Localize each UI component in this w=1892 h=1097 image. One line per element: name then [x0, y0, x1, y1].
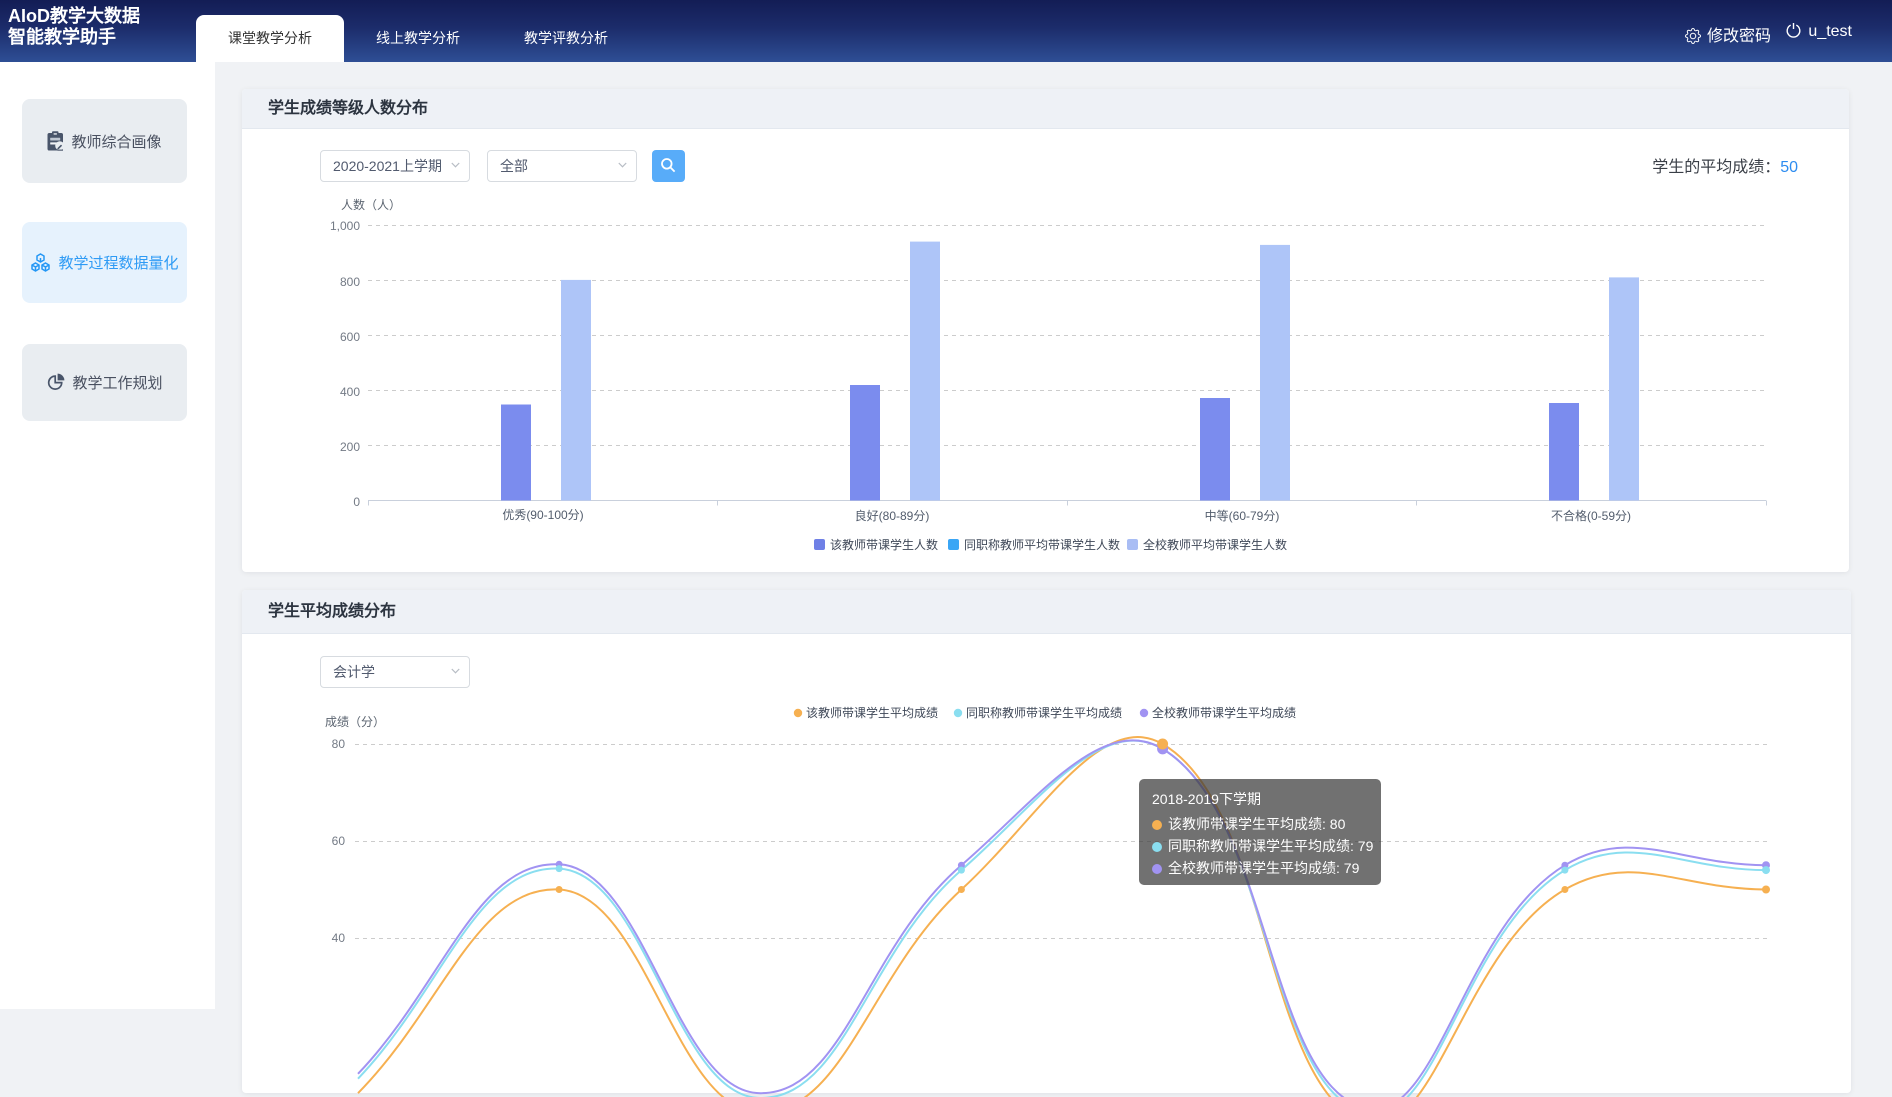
svg-text:同职称教师带课学生平均成绩: 同职称教师带课学生平均成绩 — [966, 705, 1122, 720]
svg-text:全校教师平均带课学生人数: 全校教师平均带课学生人数 — [1143, 537, 1287, 552]
svg-text:成绩（分）: 成绩（分） — [325, 715, 385, 729]
svg-text:200: 200 — [340, 440, 360, 454]
svg-text:600: 600 — [340, 330, 360, 344]
svg-text:优秀(90-100分): 优秀(90-100分) — [502, 508, 583, 522]
svg-text:该教师带课学生人数: 该教师带课学生人数 — [830, 537, 938, 552]
svg-text:中等(60-79分): 中等(60-79分) — [1205, 508, 1280, 523]
svg-text:800: 800 — [340, 275, 360, 289]
svg-text:人数（人）: 人数（人） — [341, 197, 401, 212]
svg-text:不合格(0-59分): 不合格(0-59分) — [1551, 508, 1631, 523]
svg-text:400: 400 — [340, 385, 360, 399]
svg-text:0: 0 — [353, 495, 360, 509]
svg-text:1,000: 1,000 — [330, 219, 360, 233]
svg-text:80: 80 — [332, 737, 346, 751]
svg-text:60: 60 — [332, 834, 346, 848]
svg-text:同职称教师平均带课学生人数: 同职称教师平均带课学生人数 — [964, 537, 1120, 552]
svg-text:良好(80-89分): 良好(80-89分) — [855, 508, 930, 523]
svg-text:40: 40 — [332, 931, 346, 945]
svg-text:全校教师带课学生平均成绩: 全校教师带课学生平均成绩 — [1152, 705, 1296, 720]
svg-text:该教师带课学生平均成绩: 该教师带课学生平均成绩 — [806, 705, 938, 720]
